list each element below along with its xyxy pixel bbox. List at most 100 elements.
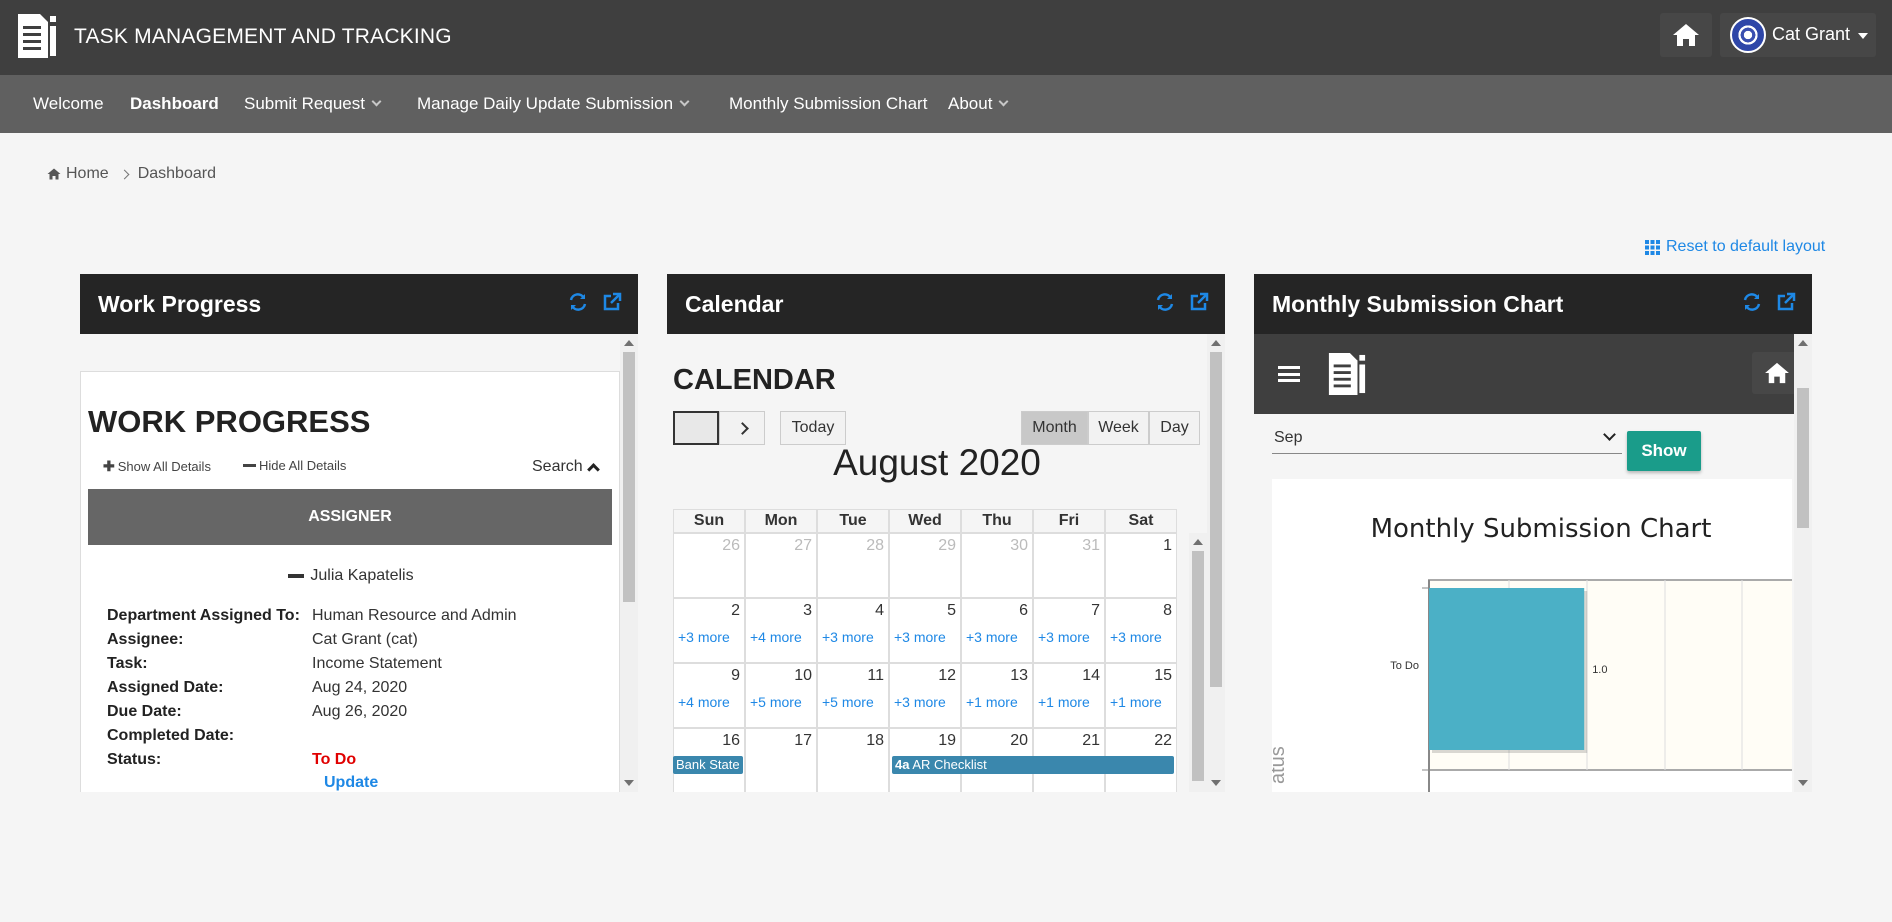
assigner-header[interactable]: ASSIGNER: [88, 489, 612, 545]
nav-dashboard[interactable]: Dashboard: [130, 75, 219, 133]
scroll-down-icon[interactable]: [1211, 780, 1221, 786]
month-view-button[interactable]: Month: [1021, 411, 1088, 445]
day-number: 1: [1163, 537, 1172, 554]
more-events-link[interactable]: +1 more: [1038, 694, 1090, 710]
more-events-link[interactable]: +1 more: [1110, 694, 1162, 710]
day-number: 19: [938, 732, 956, 749]
calendar-day-cell[interactable]: 12 +3 more: [889, 663, 961, 728]
refresh-icon[interactable]: [568, 292, 588, 312]
reset-layout-link[interactable]: Reset to default layout: [1645, 238, 1825, 256]
more-events-link[interactable]: +1 more: [966, 694, 1018, 710]
nav-manage-daily-update[interactable]: Manage Daily Update Submission: [417, 75, 690, 133]
more-events-link[interactable]: +3 more: [1038, 629, 1090, 645]
more-events-link[interactable]: +4 more: [750, 629, 802, 645]
day-number: 6: [1019, 602, 1028, 619]
calendar-day-cell[interactable]: 8 +3 more: [1105, 598, 1177, 663]
scroll-thumb[interactable]: [1797, 388, 1809, 528]
calendar-day-cell[interactable]: 4 +3 more: [817, 598, 889, 663]
today-button[interactable]: Today: [780, 411, 846, 445]
calendar-day-cell[interactable]: 30: [961, 533, 1033, 598]
show-button[interactable]: Show: [1627, 431, 1701, 471]
calendar-grid-scrollbar[interactable]: [1189, 533, 1207, 792]
day-number: 18: [866, 732, 884, 749]
document-logo-icon[interactable]: [1327, 351, 1367, 397]
nav-submit-request[interactable]: Submit Request: [244, 75, 382, 133]
calendar-day-cell[interactable]: 31: [1033, 533, 1105, 598]
calendar-day-cell[interactable]: 6 +3 more: [961, 598, 1033, 663]
refresh-icon[interactable]: [1742, 292, 1762, 312]
calendar-day-cell[interactable]: 14 +1 more: [1033, 663, 1105, 728]
more-events-link[interactable]: +5 more: [750, 694, 802, 710]
calendar-day-cell[interactable]: 18: [817, 728, 889, 792]
value-label: 1.0: [1592, 664, 1607, 676]
assigner-name[interactable]: Julia Kapatelis: [81, 567, 621, 585]
nav-monthly-submission-chart[interactable]: Monthly Submission Chart: [729, 75, 927, 133]
calendar-day-cell[interactable]: 11 +5 more: [817, 663, 889, 728]
nav-welcome[interactable]: Welcome: [33, 75, 104, 133]
calendar-day-cell[interactable]: 5 +3 more: [889, 598, 961, 663]
calendar-day-cell[interactable]: 1: [1105, 533, 1177, 598]
external-link-icon[interactable]: [1189, 292, 1209, 312]
calendar-day-cell[interactable]: 10 +5 more: [745, 663, 817, 728]
bar[interactable]: [1429, 588, 1585, 750]
more-events-link[interactable]: +3 more: [894, 629, 946, 645]
scroll-up-icon[interactable]: [1211, 340, 1221, 346]
detail-key: Completed Date:: [107, 727, 235, 744]
calendar-day-cell[interactable]: 17: [745, 728, 817, 792]
calendar-day-cell[interactable]: 7 +3 more: [1033, 598, 1105, 663]
day-number: 10: [794, 667, 812, 684]
hamburger-menu-icon[interactable]: [1278, 366, 1300, 382]
nav-about[interactable]: About: [948, 75, 1009, 133]
calendar-day-cell[interactable]: 29: [889, 533, 961, 598]
day-view-button[interactable]: Day: [1149, 411, 1200, 445]
external-link-icon[interactable]: [1776, 292, 1796, 312]
more-events-link[interactable]: +3 more: [894, 694, 946, 710]
breadcrumb-home[interactable]: Home: [66, 165, 109, 183]
show-all-details-link[interactable]: ✚ Show All Details: [103, 458, 211, 475]
scroll-down-icon[interactable]: [624, 780, 634, 786]
calendar-day-cell[interactable]: 26: [673, 533, 745, 598]
week-view-button[interactable]: Week: [1088, 411, 1149, 445]
more-events-link[interactable]: +3 more: [822, 629, 874, 645]
hide-all-details-link[interactable]: Hide All Details: [243, 458, 346, 473]
calendar-day-cell[interactable]: 9 +4 more: [673, 663, 745, 728]
more-events-link[interactable]: +3 more: [678, 629, 730, 645]
home-button[interactable]: [1660, 13, 1712, 57]
scroll-up-icon[interactable]: [1193, 539, 1203, 545]
update-link[interactable]: Update: [324, 774, 378, 792]
scroll-thumb[interactable]: [1210, 352, 1222, 687]
avatar: [1730, 17, 1766, 53]
more-events-link[interactable]: +4 more: [678, 694, 730, 710]
scroll-thumb[interactable]: [1192, 551, 1204, 781]
search-toggle[interactable]: Search: [532, 458, 600, 476]
prev-month-button[interactable]: [673, 411, 719, 445]
panel-header: Monthly Submission Chart: [1254, 274, 1812, 334]
panel-header: Work Progress: [80, 274, 638, 334]
scrollbar[interactable]: [1794, 334, 1812, 792]
calendar-day-cell[interactable]: 28: [817, 533, 889, 598]
calendar-day-cell[interactable]: 15 +1 more: [1105, 663, 1177, 728]
refresh-icon[interactable]: [1155, 292, 1175, 312]
document-logo-icon[interactable]: [16, 12, 58, 60]
scroll-up-icon[interactable]: [1798, 340, 1808, 346]
calendar-day-cell[interactable]: 3 +4 more: [745, 598, 817, 663]
next-month-button[interactable]: [719, 411, 765, 445]
more-events-link[interactable]: +5 more: [822, 694, 874, 710]
calendar-day-cell[interactable]: 13 +1 more: [961, 663, 1033, 728]
scroll-up-icon[interactable]: [624, 340, 634, 346]
calendar-day-cell[interactable]: 2 +3 more: [673, 598, 745, 663]
month-select[interactable]: Sep: [1272, 424, 1622, 454]
scrollbar[interactable]: [1207, 334, 1225, 792]
more-events-link[interactable]: +3 more: [1110, 629, 1162, 645]
calendar-event[interactable]: Bank State: [673, 756, 743, 774]
external-link-icon[interactable]: [602, 292, 622, 312]
scroll-thumb[interactable]: [623, 352, 635, 602]
scroll-down-icon[interactable]: [1798, 780, 1808, 786]
detail-key: Task:: [107, 655, 148, 672]
calendar-day-cell[interactable]: 27: [745, 533, 817, 598]
more-events-link[interactable]: +3 more: [966, 629, 1018, 645]
scrollbar[interactable]: [620, 334, 638, 792]
calendar-event[interactable]: 4a AR Checklist: [892, 756, 1174, 774]
user-menu-button[interactable]: Cat Grant: [1720, 13, 1876, 57]
embedded-top-bar: [1254, 334, 1812, 414]
